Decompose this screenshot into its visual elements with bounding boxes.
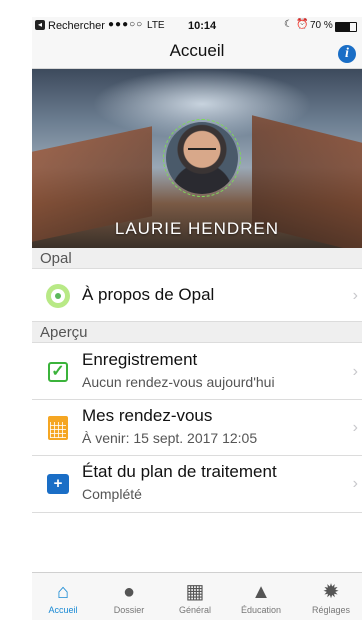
list-item-subtitle: Aucun rendez-vous aujourd'hui <box>82 374 275 390</box>
tab-label: Accueil <box>48 605 78 615</box>
section-header-apercu: Aperçu <box>32 322 362 343</box>
tab-label: Réglages <box>311 605 351 615</box>
list-item-appointments[interactable]: Mes rendez-vous À venir: 15 sept. 2017 1… <box>32 400 362 456</box>
section-header-opal: Opal <box>32 248 362 269</box>
graduation-cap-icon: ▲ <box>251 581 271 603</box>
moon-icon: ☾ <box>284 19 293 30</box>
list-item-title: Mes rendez-vous <box>82 406 213 425</box>
tab-label: Dossier <box>113 605 145 615</box>
calendar-icon <box>48 415 68 440</box>
status-time: 10:14 <box>188 20 217 32</box>
tab-reglages[interactable]: ✹ Réglages <box>300 573 362 620</box>
back-arrow-icon[interactable]: ◂ <box>35 20 45 30</box>
home-icon: ⌂ <box>56 581 70 603</box>
tab-dossier[interactable]: ● Dossier <box>98 573 160 620</box>
tab-label: Général <box>178 605 212 615</box>
opal-logo-icon <box>46 283 70 308</box>
list-item-subtitle: À venir: 15 sept. 2017 12:05 <box>82 430 258 446</box>
grid-icon: ▦ <box>185 581 205 603</box>
page-title: Accueil <box>169 41 225 60</box>
list-item-treatment-plan[interactable]: + État du plan de traitement Complété › <box>32 456 362 513</box>
battery-percent: 70 % <box>310 20 333 31</box>
list-item-checkin[interactable]: ✓ Enregistrement Aucun rendez-vous aujou… <box>32 344 362 400</box>
tab-label: Éducation <box>240 605 282 615</box>
status-carrier[interactable]: Rechercher <box>48 20 105 32</box>
alarm-icon: ⏰ <box>296 19 309 30</box>
list-item-title: À propos de Opal <box>82 285 215 304</box>
chevron-right-icon: › <box>352 418 358 436</box>
tab-bar: ⌂ Accueil ● Dossier ▦ Général ▲ Éducatio… <box>32 572 362 620</box>
list-item-subtitle: Complété <box>82 486 142 502</box>
profile-header: LAURIE HENDREN <box>32 69 362 248</box>
battery-icon <box>335 22 357 32</box>
tab-education[interactable]: ▲ Éducation <box>230 573 292 620</box>
avatar[interactable] <box>166 122 238 194</box>
tab-accueil[interactable]: ⌂ Accueil <box>32 573 94 620</box>
chevron-right-icon: › <box>352 286 358 304</box>
medkit-icon: + <box>47 474 69 494</box>
status-bar: ◂ Rechercher ●●●○○ LTE 10:14 ☾ ⏰ 70 % <box>32 17 362 35</box>
tab-general[interactable]: ▦ Général <box>164 573 226 620</box>
list-item-title: État du plan de traitement <box>82 462 277 481</box>
info-icon[interactable]: i <box>338 45 356 63</box>
list-item-about-opal[interactable]: À propos de Opal › <box>32 270 362 322</box>
avatar-glasses <box>188 148 216 156</box>
gear-icon: ✹ <box>322 581 340 603</box>
phone-screen: ◂ Rechercher ●●●○○ LTE 10:14 ☾ ⏰ 70 % Ac… <box>32 17 362 620</box>
navigation-bar: Accueil i <box>32 35 362 69</box>
list-item-title: Enregistrement <box>82 350 198 369</box>
profile-name: LAURIE HENDREN <box>114 219 280 238</box>
signal-strength: ●●●○○ <box>108 19 144 30</box>
chevron-right-icon: › <box>352 475 358 492</box>
checkbox-icon: ✓ <box>48 361 68 382</box>
chevron-right-icon: › <box>352 362 358 380</box>
person-icon: ● <box>122 581 136 603</box>
network-type: LTE <box>147 20 165 31</box>
